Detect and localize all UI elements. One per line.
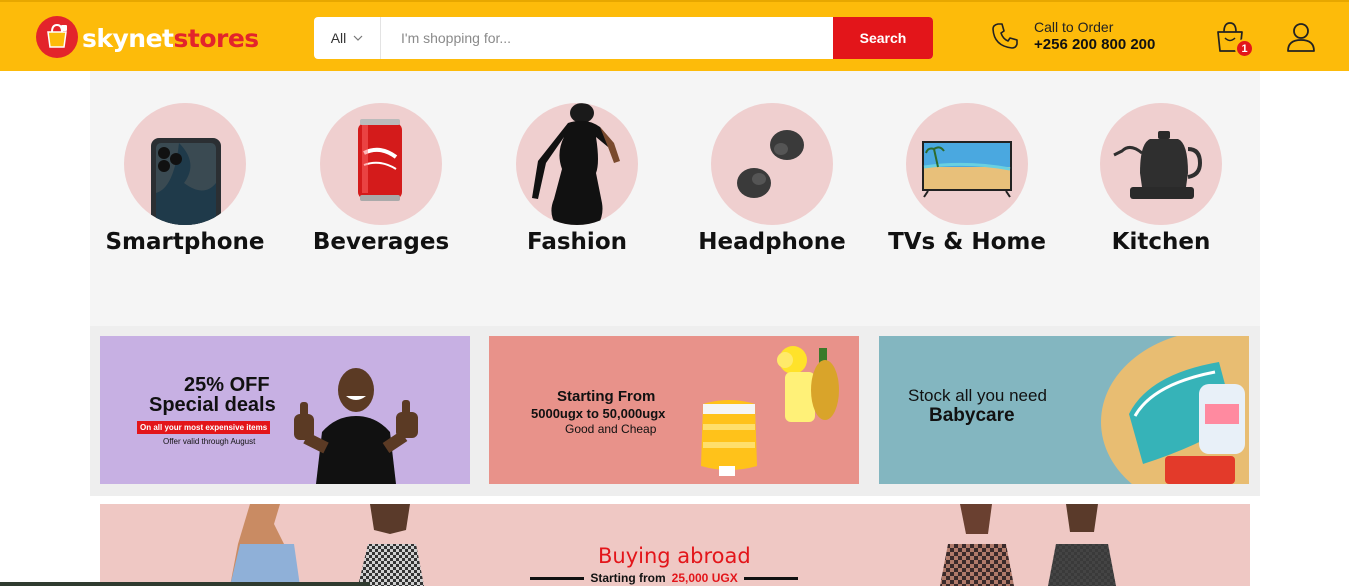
promo-banner-babycare[interactable]: Stock all you need Babycare [879, 336, 1249, 484]
search-category-select[interactable]: All [314, 17, 381, 59]
logo[interactable]: skynetstores [36, 16, 259, 58]
promo-banner-starting-from[interactable]: Starting From 5000ugx to 50,000ugx Good … [489, 336, 859, 484]
call-to-order[interactable]: Call to Order +256 200 800 200 [990, 19, 1155, 53]
search-button[interactable]: Search [833, 17, 933, 59]
cart-count-badge: 1 [1235, 39, 1254, 58]
promo-banner-deals[interactable]: 25% OFF Special deals On all your most e… [100, 336, 470, 484]
category-label: Beverages [312, 229, 450, 255]
fashion-model-icon [516, 103, 638, 225]
user-icon [1287, 23, 1315, 52]
category-tvs-home[interactable]: TVs & Home [872, 103, 1062, 255]
category-label: Smartphone [105, 229, 265, 255]
category-label: Headphone [698, 229, 846, 255]
soda-can-icon [320, 103, 442, 225]
site-header: skynetstores All Search Call to Order +2… [0, 0, 1349, 71]
chevron-down-icon [353, 35, 363, 41]
banner-starting-line3: Good and Cheap [565, 422, 657, 436]
divider [743, 576, 799, 580]
fashion-models-left-image [230, 504, 424, 586]
call-label: Call to Order [1034, 19, 1114, 35]
cart-button[interactable]: 1 [1214, 20, 1254, 58]
banner-abroad-sub-price: 25,000 UGX [671, 571, 738, 585]
banner-babycare-line2: Babycare [929, 405, 1015, 426]
search-input[interactable] [381, 17, 833, 59]
banner-starting-line1: Starting From [557, 388, 656, 405]
logo-text-part1: skynet [82, 23, 174, 53]
category-label: Kitchen [1111, 229, 1211, 255]
category-beverages[interactable]: Beverages [286, 103, 476, 255]
banner-abroad-sub-prefix: Starting from [590, 571, 666, 585]
banner-abroad-subtitle: Starting from 25,000 UGX [530, 571, 799, 585]
juice-dispenser-image [701, 346, 839, 476]
fashion-models-right-image [940, 504, 1116, 586]
category-label: Fashion [526, 229, 627, 255]
category-label: TVs & Home [888, 229, 1046, 255]
category-headphone[interactable]: Headphone [677, 103, 867, 255]
logo-text-part2: stores [173, 23, 260, 53]
category-kitchen[interactable]: Kitchen [1066, 103, 1256, 255]
shopping-bag-logo-icon [36, 16, 78, 58]
earbuds-icon [711, 103, 833, 225]
smartphone-icon [124, 103, 246, 225]
banner-abroad-title: Buying abroad [598, 544, 751, 568]
logo-text: skynetstores [82, 24, 259, 53]
category-panel: Smartphone Beverages Fashion Headphone T… [90, 71, 1260, 326]
account-button[interactable] [1285, 21, 1317, 58]
buying-abroad-banner[interactable]: Buying abroad Starting from 25,000 UGX [100, 504, 1250, 586]
smiling-man-thumbs-up-image [294, 368, 418, 484]
call-number[interactable]: +256 200 800 200 [1034, 36, 1155, 53]
banner-deals-line3: On all your most expensive items [137, 421, 271, 434]
promo-banner-row: 25% OFF Special deals On all your most e… [90, 326, 1260, 496]
diapers-and-baby-products-image [1101, 336, 1249, 484]
tv-icon [906, 103, 1028, 225]
divider [530, 576, 585, 580]
banner-starting-line2: 5000ugx to 50,000ugx [531, 406, 666, 421]
banner-deals-line2: Special deals [149, 394, 276, 416]
search-category-label: All [330, 30, 347, 46]
category-smartphone[interactable]: Smartphone [90, 103, 280, 255]
banner-babycare-line1: Stock all you need [908, 386, 1047, 405]
phone-icon [992, 23, 1018, 49]
search-bar: All Search [314, 17, 933, 59]
banner-deals-line4: Offer valid through August [163, 437, 256, 446]
category-fashion[interactable]: Fashion [482, 103, 672, 255]
kettle-icon [1100, 103, 1222, 225]
bottom-bar [0, 582, 370, 586]
